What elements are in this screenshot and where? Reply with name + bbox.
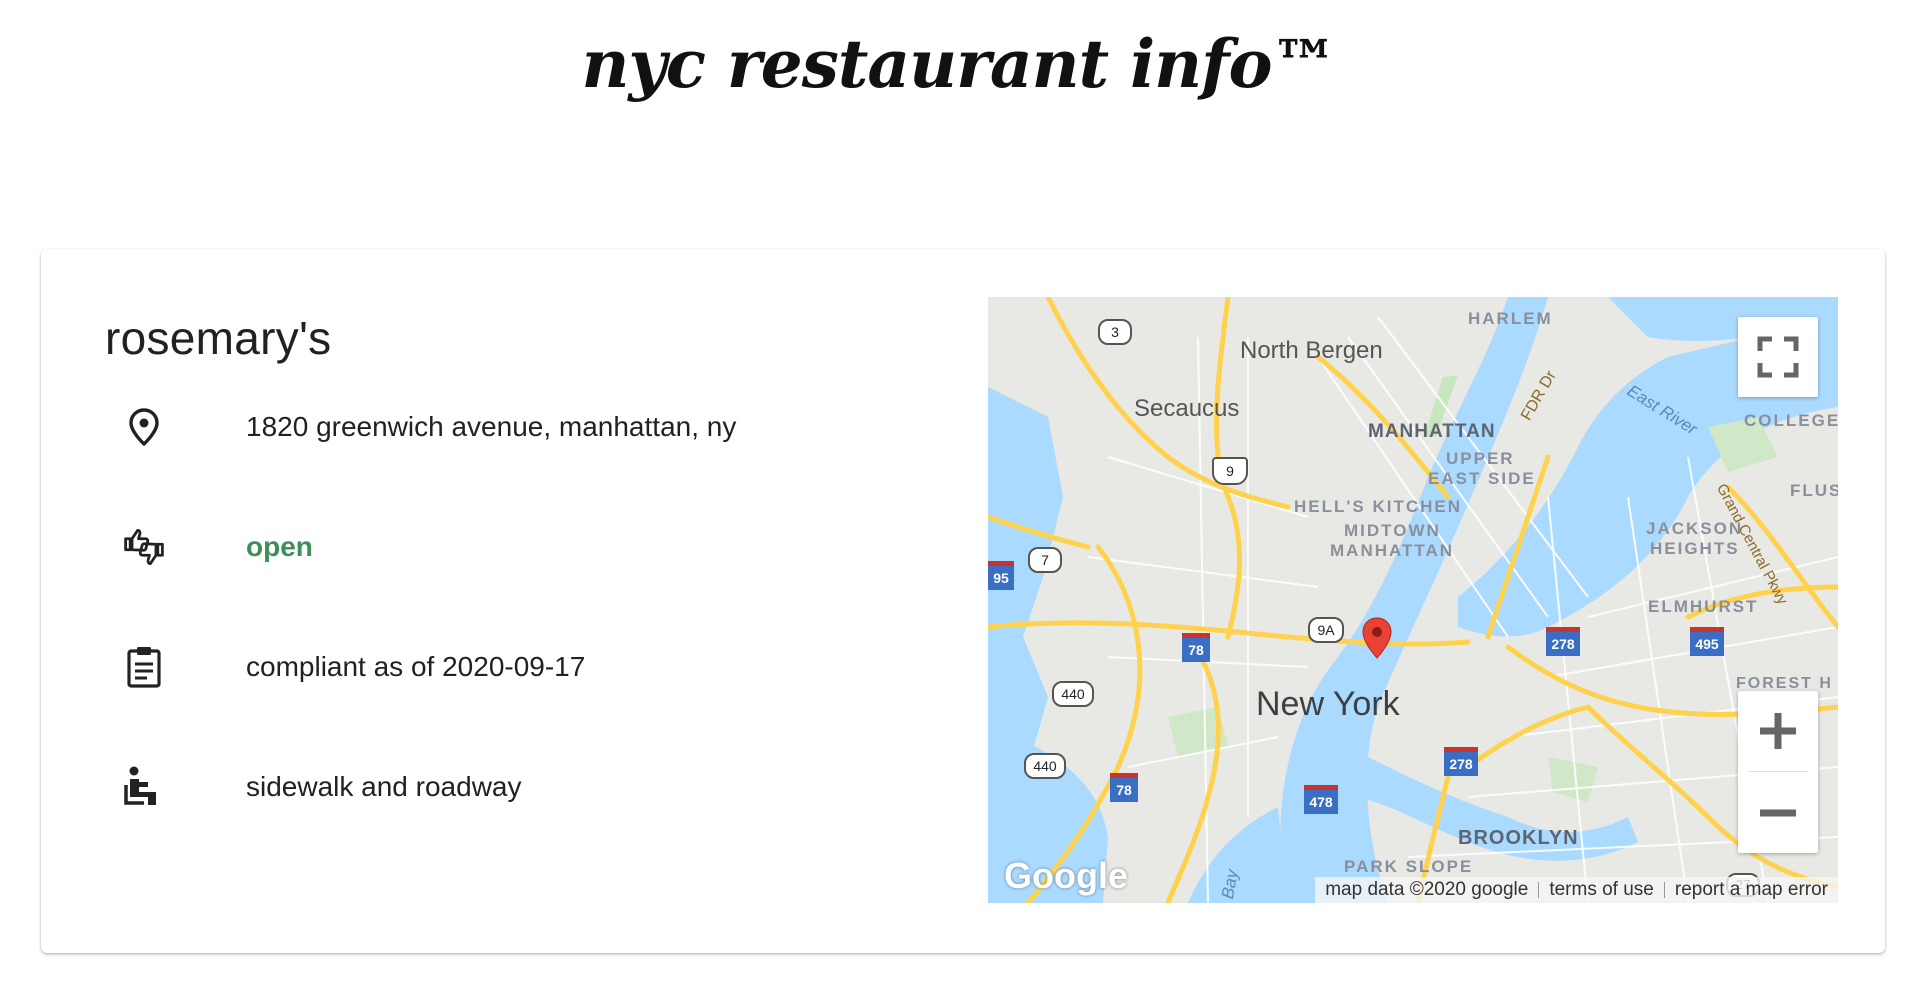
route-shield-3: 3 [1098,319,1132,345]
route-shield-278-a: 278 [1546,627,1580,656]
site-title: nyc restaurant info™ [581,25,1337,103]
route-shield-78-a: 78 [1182,633,1210,662]
status-text: open [246,531,313,562]
terms-of-use-link[interactable]: terms of use [1539,879,1664,901]
location-marker-icon[interactable] [1362,617,1392,664]
compliance-text: compliant as of 2020-09-17 [246,651,586,682]
map-label-north-bergen: North Bergen [1240,337,1383,364]
google-logo: Google [1004,855,1128,896]
map-label-college: COLLEGE [1744,411,1838,430]
compliance-row: compliant as of 2020-09-17 [121,637,585,697]
route-shield-78-b: 78 [1110,773,1138,802]
route-shield-278-b: 278 [1444,747,1478,776]
map-widget[interactable]: HARLEM North Bergen Secaucus MANHATTAN U… [988,297,1838,903]
map-label-secaucus: Secaucus [1134,395,1240,422]
seating-text: sidewalk and roadway [246,771,522,802]
map-label-new-york: New York [1256,685,1400,723]
map-label-harlem: HARLEM [1468,309,1553,328]
address-text: 1820 greenwich avenue, manhattan, ny [246,411,737,442]
report-map-error-link[interactable]: report a map error [1665,879,1838,901]
seated-person-icon [121,764,167,810]
route-shield-95: 95 [988,561,1014,590]
map-attribution: map data ©2020 google terms of use repor… [1315,877,1838,903]
map-label-upper-east-side-2: EAST SIDE [1428,469,1536,488]
plus-icon [1760,713,1796,749]
seating-row: sidewalk and roadway [121,757,522,817]
address-row: 1820 greenwich avenue, manhattan, ny [121,397,736,457]
location-pin-icon [121,404,167,450]
map-label-brooklyn: BROOKLYN [1458,827,1579,849]
map-label-upper-east-side-1: UPPER [1446,449,1515,468]
map-label-midtown-2: MANHATTAN [1330,541,1455,560]
map-label-manhattan: MANHATTAN [1368,421,1496,442]
route-shield-9a: 9A [1308,617,1344,643]
map-label-jackson-2: HEIGHTS [1650,539,1740,558]
map-label-jackson-1: JACKSON [1646,519,1744,538]
map-label-midtown-1: MIDTOWN [1344,521,1441,540]
status-row: open [121,517,313,577]
map-label-flus: FLUS [1790,481,1838,500]
route-shield-440-a: 440 [1052,681,1094,707]
route-shield-440-b: 440 [1024,753,1066,779]
restaurant-name: rosemary's [105,312,332,364]
fullscreen-button[interactable] [1738,317,1818,397]
restaurant-card: rosemary's 1820 greenwich avenue, manhat… [41,249,1885,953]
minus-icon [1760,809,1796,817]
fullscreen-icon [1757,336,1799,378]
route-shield-7: 7 [1028,547,1062,573]
zoom-controls [1738,691,1818,853]
map-data-text: map data ©2020 google [1325,879,1529,900]
zoom-out-button[interactable] [1738,773,1818,853]
map-label-park-slope: PARK SLOPE [1344,857,1474,876]
map-label-elmhurst: ELMHURST [1648,597,1759,616]
route-shield-478: 478 [1304,785,1338,814]
route-shield-9: 9 [1212,457,1248,485]
zoom-in-button[interactable] [1738,691,1818,771]
clipboard-icon [121,644,167,690]
thumbs-up-down-icon [121,524,167,570]
route-shield-495: 495 [1690,627,1724,656]
map-label-hells-kitchen: HELL'S KITCHEN [1294,497,1463,516]
